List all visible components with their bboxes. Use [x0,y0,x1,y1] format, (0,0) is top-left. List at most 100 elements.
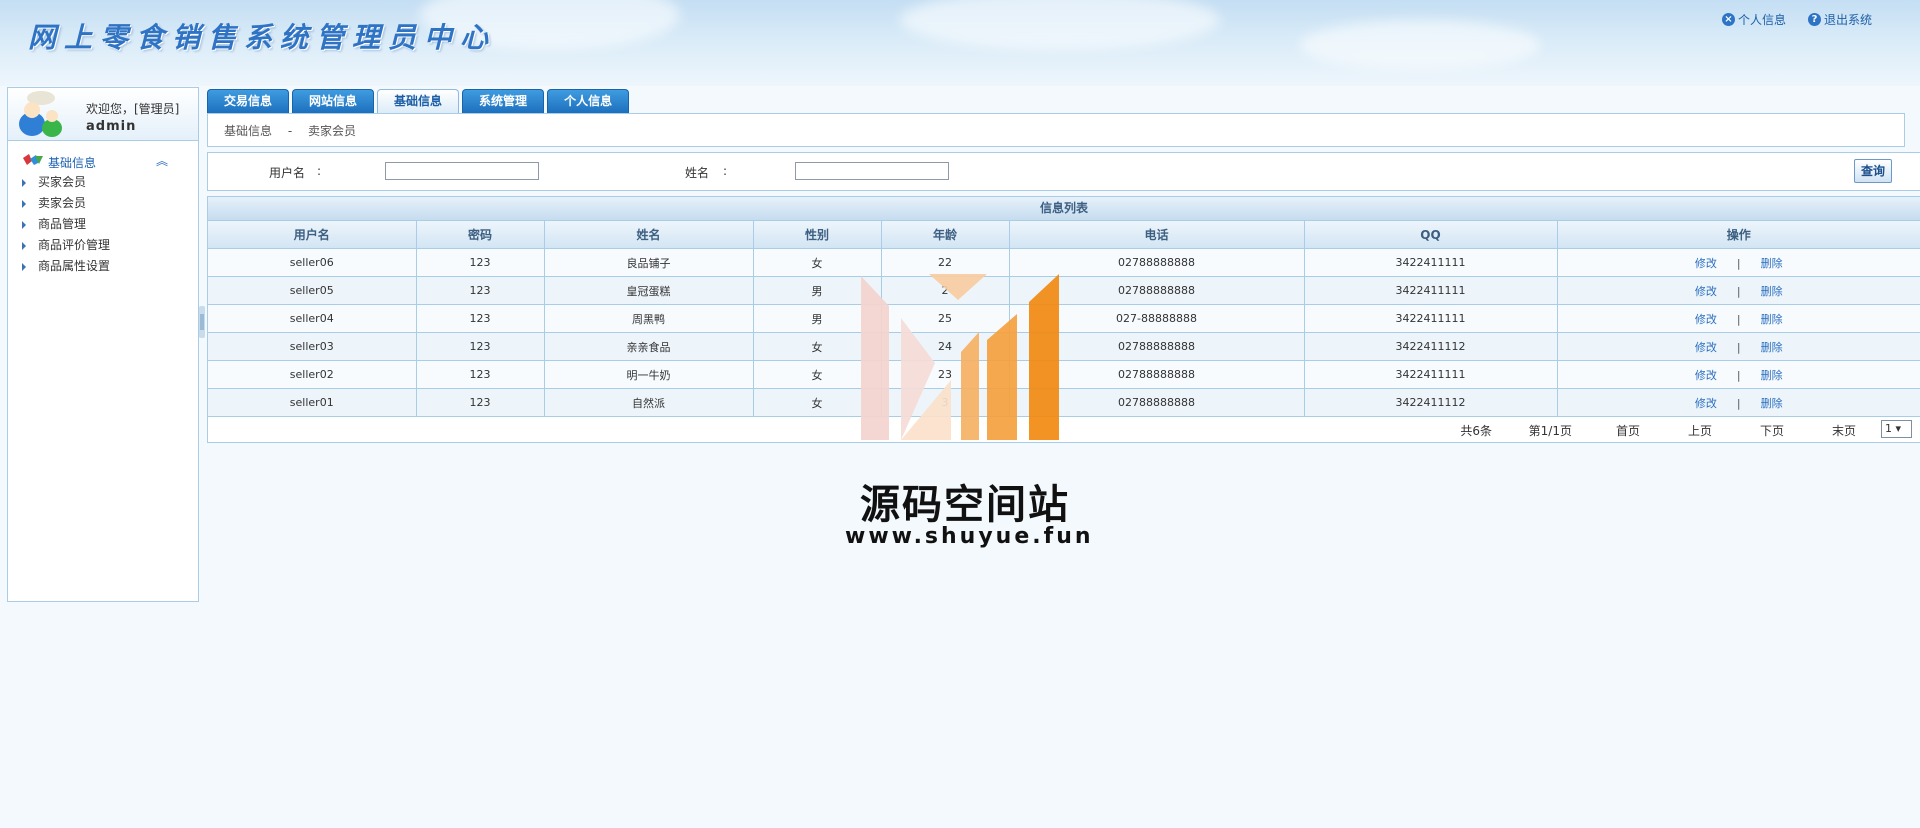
cell-actions: 修改 | 删除 [1557,360,1920,389]
collapse-icon[interactable]: ︽ [156,152,168,169]
cell-name: 周黑鸭 [544,304,754,333]
logout-link-label: 退出系统 [1823,13,1872,27]
action-separator: | [1736,312,1741,326]
tab-profile[interactable]: 个人信息 [547,89,630,113]
watermark: 源码空间站 www.shuyue.fun [845,268,1094,558]
name-colon: : [723,164,728,178]
watermark-logo [861,274,1059,440]
cell-actions: 修改 | 删除 [1557,304,1920,333]
cell-password: 123 [416,276,545,305]
delete-link[interactable]: 删除 [1761,313,1783,326]
cell-password: 123 [416,248,545,277]
pager-prev[interactable]: 上页 [1688,422,1712,439]
cell-password: 123 [416,304,545,333]
section-icon [23,154,43,165]
name-label: 姓名 [685,166,710,180]
query-button[interactable]: 查询 [1854,159,1892,183]
action-separator: | [1736,256,1741,270]
cell-username: seller01 [208,388,417,417]
cell-actions: 修改 | 删除 [1557,276,1920,305]
col-password: 密码 [416,221,545,249]
cell-actions: 修改 | 删除 [1557,332,1920,361]
col-name: 姓名 [544,221,754,249]
sidebar-item-label: 买家会员 [38,175,87,189]
cell-username: seller06 [208,248,417,277]
tab-system[interactable]: 系统管理 [462,89,545,113]
sidebar-item-goods[interactable]: 商品管理 [8,214,198,235]
sidebar-item-seller[interactable]: 卖家会员 [8,193,198,214]
page-select-value: 1 [1885,422,1892,435]
col-qq: QQ [1304,221,1558,249]
sidebar-item-label: 商品管理 [38,217,87,231]
edit-link[interactable]: 修改 [1695,285,1717,298]
delete-link[interactable]: 删除 [1761,369,1783,382]
sidebar-item-attributes[interactable]: 商品属性设置 [8,256,198,277]
watermark-url: www.shuyue.fun [845,524,1094,549]
delete-link[interactable]: 删除 [1761,285,1783,298]
username-input[interactable] [385,162,539,180]
delete-link[interactable]: 删除 [1761,341,1783,354]
edit-link[interactable]: 修改 [1695,397,1717,410]
action-separator: | [1736,340,1741,354]
cell-qq: 3422411112 [1304,332,1558,361]
cell-qq: 3422411111 [1304,304,1558,333]
cell-username: seller05 [208,276,417,305]
cell-actions: 修改 | 删除 [1557,388,1920,417]
tab-site[interactable]: 网站信息 [292,89,375,113]
username-label: 用户名 [269,166,306,180]
cell-password: 123 [416,388,545,417]
cell-name: 亲亲食品 [544,332,754,361]
welcome-text: 欢迎您，[管理员] [86,102,180,116]
username: admin [86,119,137,134]
arrow-right-icon [22,242,26,250]
help-circle-icon: ? [1807,13,1821,26]
logout-link[interactable]: ? 退出系统 [1807,11,1872,28]
sidebar-item-buyer[interactable]: 买家会员 [8,172,198,193]
edit-link[interactable]: 修改 [1695,369,1717,382]
tab-basic[interactable]: 基础信息 [377,89,460,113]
action-separator: | [1736,396,1741,410]
col-age: 年龄 [881,221,1010,249]
arrow-right-icon [22,179,26,187]
col-phone: 电话 [1009,221,1305,249]
main-tabs: 交易信息 网站信息 基础信息 系统管理 个人信息 [207,89,630,113]
cell-password: 123 [416,332,545,361]
sidebar: 欢迎您，[管理员] admin 基础信息 ︽ 买家会员 卖家会员 商品管理 商品… [7,87,199,602]
sidebar-splitter[interactable] [199,306,205,338]
pager-last[interactable]: 末页 [1832,422,1856,439]
page-select[interactable]: 1 ▾ [1881,420,1912,438]
table-caption: 信息列表 [208,197,1920,221]
sidebar-item-label: 卖家会员 [38,196,87,210]
watermark-name: 源码空间站 [860,482,1070,528]
name-input[interactable] [795,162,949,180]
cell-name: 皇冠蛋糕 [544,276,754,305]
breadcrumb-parent: 基础信息 [224,124,273,138]
pager-total: 共6条 [1460,424,1492,438]
action-separator: | [1736,284,1741,298]
delete-link[interactable]: 删除 [1761,397,1783,410]
edit-link[interactable]: 修改 [1695,257,1717,270]
arrow-right-icon [22,200,26,208]
pager-first[interactable]: 首页 [1616,422,1640,439]
cell-username: seller02 [208,360,417,389]
breadcrumb-bar: 基础信息 - 卖家会员 [207,113,1905,147]
sidebar-item-reviews[interactable]: 商品评价管理 [8,235,198,256]
sidebar-item-label: 商品评价管理 [38,238,111,252]
edit-link[interactable]: 修改 [1695,341,1717,354]
pager-page-info: 第1/1页 [1528,424,1572,438]
header-banner: 网上零食销售系统管理员中心 × 个人信息 ? 退出系统 [0,0,1920,86]
cell-username: seller03 [208,332,417,361]
section-title: 基础信息 [48,156,97,170]
tab-trade[interactable]: 交易信息 [207,89,290,113]
edit-link[interactable]: 修改 [1695,313,1717,326]
pager-next[interactable]: 下页 [1760,422,1784,439]
cell-qq: 3422411111 [1304,360,1558,389]
cell-name: 自然派 [544,388,754,417]
delete-link[interactable]: 删除 [1761,257,1783,270]
menu-section-header[interactable]: 基础信息 ︽ [8,150,198,172]
table-header-row: 用户名 密码 姓名 性别 年龄 电话 QQ 操作 [208,221,1920,249]
breadcrumb-current: 卖家会员 [308,124,357,138]
top-links: × 个人信息 ? 退出系统 [1721,11,1872,28]
profile-link[interactable]: × 个人信息 [1721,11,1786,28]
breadcrumb: 基础信息 - 卖家会员 [224,122,368,139]
